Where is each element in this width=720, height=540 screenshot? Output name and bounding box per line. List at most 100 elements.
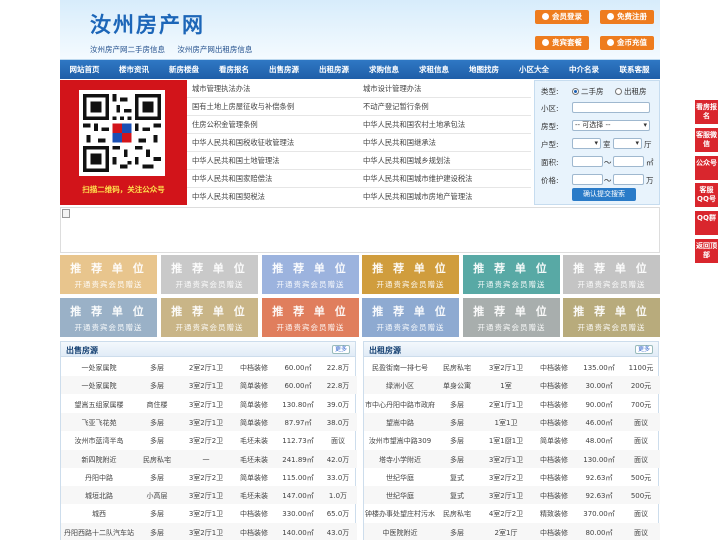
- listing-row[interactable]: 钟楼办事处望庄村污水 民房私宅 4室2厅2卫 精致装修 370.00㎡ 面议: [364, 504, 660, 522]
- law-link[interactable]: 中华人民共和国继承法: [363, 138, 533, 148]
- listing-community[interactable]: 汝州市蓝湾半岛: [61, 436, 137, 446]
- recommend-unit-tile[interactable]: 推 荐 单 位开通贵宾会员赠送: [161, 255, 258, 294]
- listing-community[interactable]: 新四院附近: [61, 455, 137, 465]
- listing-row[interactable]: 市中心丹阳中路市政府 多层 2室1厅1卫 中档装修 90.00㎡ 700元: [364, 395, 660, 413]
- area-max-input[interactable]: [613, 156, 644, 167]
- law-link[interactable]: 中华人民共和国土地管理法: [192, 156, 362, 166]
- law-link[interactable]: 中华人民共和国城乡规划法: [363, 156, 533, 166]
- recommend-unit-tile[interactable]: 推 荐 单 位开通贵宾会员赠送: [262, 298, 359, 337]
- ad-banner[interactable]: [60, 207, 660, 253]
- price-max-input[interactable]: [613, 174, 644, 185]
- nav-viewing-signup[interactable]: 看房报名: [209, 60, 259, 79]
- nav-for-sale[interactable]: 出售房源: [259, 60, 309, 79]
- listing-community[interactable]: 城西: [61, 509, 137, 519]
- recommend-unit-tile[interactable]: 推 荐 单 位开通贵宾会员赠送: [60, 255, 157, 294]
- nav-wanted-buy[interactable]: 求购信息: [359, 60, 409, 79]
- housetype-select[interactable]: -- 可选择 -- ▾: [572, 120, 650, 131]
- recharge-button[interactable]: 金币充值: [600, 36, 654, 50]
- listing-row[interactable]: 世纪华庭 复式 3室2厅1卫 中档装修 92.63㎡ 500元: [364, 486, 660, 505]
- nav-wanted-rent[interactable]: 求租信息: [409, 60, 459, 79]
- law-link[interactable]: 城市管理执法办法: [192, 84, 362, 94]
- recommend-unit-tile[interactable]: 推 荐 单 位开通贵宾会员赠送: [362, 255, 459, 294]
- nav-communities[interactable]: 小区大全: [509, 60, 559, 79]
- law-link[interactable]: 不动产登记暂行条例: [363, 102, 533, 112]
- law-link[interactable]: 城市设计管理办法: [363, 84, 533, 94]
- listing-row[interactable]: 绿洲小区 单身公寓 1室 中档装修 30.00㎡ 200元: [364, 376, 660, 395]
- listing-community[interactable]: 市中心丹阳中路市政府: [364, 400, 436, 410]
- listing-community[interactable]: 钟楼办事处望庄村污水: [364, 509, 436, 519]
- recommend-unit-tile[interactable]: 推 荐 单 位开通贵宾会员赠送: [463, 298, 560, 337]
- listing-row[interactable]: 汝州市望嵩中路309 多层 1室1厨1卫 简单装修 48.00㎡ 面议: [364, 431, 660, 449]
- float-wechat-service-button[interactable]: 客服微信: [695, 128, 718, 152]
- search-submit-button[interactable]: 确认提交搜索: [572, 188, 636, 201]
- law-link[interactable]: 中华人民共和国城市房地产管理法: [363, 192, 533, 202]
- nav-home[interactable]: 网站首页: [60, 60, 109, 79]
- price-min-input[interactable]: [572, 174, 603, 185]
- room-select[interactable]: ▾: [572, 138, 601, 149]
- listing-row[interactable]: 汝州市蓝湾半岛 多层 3室2厅2卫 毛坯未装 112.73㎡ 面议: [61, 431, 357, 449]
- listing-row[interactable]: 世纪华庭 复式 3室2厅2卫 中档装修 92.63㎡ 500元: [364, 468, 660, 486]
- nav-contact[interactable]: 联系客服: [609, 60, 660, 79]
- law-link[interactable]: 中华人民共和国税收征收管理法: [192, 138, 362, 148]
- listing-row[interactable]: 民盈街南一排七号 民房私宅 3室2厅1卫 中档装修 135.00㎡ 1100元: [364, 358, 660, 376]
- float-official-account-button[interactable]: 公众号: [695, 156, 718, 180]
- recommend-unit-tile[interactable]: 推 荐 单 位开通贵宾会员赠送: [161, 298, 258, 337]
- listing-row[interactable]: 城垣北路 小高层 3室2厅1卫 毛坯未装 147.00㎡ 1.0万: [61, 486, 357, 505]
- listing-community[interactable]: 一处家属院: [61, 363, 137, 373]
- listing-community[interactable]: 丹阳西路十二队汽车站: [61, 528, 137, 538]
- type-radio-rental[interactable]: 出租房: [615, 86, 647, 97]
- listing-community[interactable]: 绿洲小区: [364, 381, 436, 391]
- recommend-unit-tile[interactable]: 推 荐 单 位开通贵宾会员赠送: [463, 255, 560, 294]
- listing-row[interactable]: 中医院附近 多层 2室1厅 中档装修 80.00㎡ 面议: [364, 522, 660, 540]
- site-logo[interactable]: 汝州房产网: [90, 9, 205, 39]
- nav-map-search[interactable]: 地图找房: [459, 60, 509, 79]
- law-link[interactable]: 中华人民共和国契税法: [192, 192, 362, 202]
- recommend-unit-tile[interactable]: 推 荐 单 位开通贵宾会员赠送: [563, 255, 660, 294]
- float-viewing-signup-button[interactable]: 看房报名: [695, 100, 718, 124]
- vip-package-button[interactable]: 贵宾套餐: [535, 36, 589, 50]
- listing-community[interactable]: 丹阳中路: [61, 473, 137, 483]
- listing-community[interactable]: 世纪华庭: [364, 491, 436, 501]
- nav-new-homes[interactable]: 新房楼盘: [159, 60, 209, 79]
- back-to-top-button[interactable]: 返回顶部: [695, 239, 718, 263]
- nav-agents[interactable]: 中介名录: [559, 60, 609, 79]
- float-qq-group-button[interactable]: QQ群: [695, 211, 718, 235]
- subtitle-secondhand-link[interactable]: 汝州房产网二手房信息: [90, 45, 165, 54]
- listing-row[interactable]: 丹阳西路十二队汽车站 多层 3室2厅1卫 中档装修 140.00㎡ 43.0万: [61, 522, 357, 540]
- listing-community[interactable]: 一处家属院: [61, 381, 137, 391]
- law-link[interactable]: 住房公积金管理条例: [192, 120, 362, 130]
- listing-row[interactable]: 城西 多层 3室2厅1卫 中档装修 330.00㎡ 65.0万: [61, 504, 357, 522]
- law-link[interactable]: 国有土地上房屋征收与补偿条例: [192, 102, 362, 112]
- listing-community[interactable]: 望嵩五组家属楼: [61, 400, 137, 410]
- listing-community[interactable]: 飞亚飞花苑: [61, 418, 137, 428]
- listing-row[interactable]: 望嵩中路 多层 1室1卫 中档装修 46.00㎡ 面议: [364, 412, 660, 431]
- law-link[interactable]: 中华人民共和国农村土地承包法: [363, 120, 533, 130]
- sale-more-button[interactable]: 更多: [332, 345, 350, 354]
- nav-news[interactable]: 楼市资讯: [109, 60, 159, 79]
- type-radio-secondhand[interactable]: 二手房: [572, 86, 604, 97]
- recommend-unit-tile[interactable]: 推 荐 单 位开通贵宾会员赠送: [563, 298, 660, 337]
- listing-community[interactable]: 望嵩中路: [364, 418, 436, 428]
- listing-community[interactable]: 世纪华庭: [364, 473, 436, 483]
- hall-select[interactable]: ▾: [613, 138, 642, 149]
- listing-community[interactable]: 中医院附近: [364, 528, 436, 538]
- listing-community[interactable]: 汝州市望嵩中路309: [364, 436, 436, 446]
- law-link[interactable]: 中华人民共和国家赔偿法: [192, 174, 362, 184]
- nav-for-rent[interactable]: 出租房源: [309, 60, 359, 79]
- recommend-unit-tile[interactable]: 推 荐 单 位开通贵宾会员赠送: [262, 255, 359, 294]
- listing-row[interactable]: 一处家属院 多层 2室2厅1卫 中档装修 60.00㎡ 22.8万: [61, 358, 357, 376]
- listing-community[interactable]: 民盈街南一排七号: [364, 363, 436, 373]
- rent-more-button[interactable]: 更多: [635, 345, 653, 354]
- listing-row[interactable]: 一处家属院 多层 3室2厅1卫 简单装修 60.00㎡ 22.8万: [61, 376, 357, 395]
- listing-row[interactable]: 丹阳中路 多层 3室2厅2卫 简单装修 115.00㎡ 33.0万: [61, 468, 357, 486]
- listing-row[interactable]: 新四院附近 民房私宅 一 毛坯未装 241.89㎡ 42.0万: [61, 449, 357, 468]
- community-input[interactable]: [572, 102, 650, 113]
- listing-community[interactable]: 塔寺小学附近: [364, 455, 436, 465]
- area-min-input[interactable]: [572, 156, 603, 167]
- listing-community[interactable]: 城垣北路: [61, 491, 137, 501]
- listing-row[interactable]: 飞亚飞花苑 多层 3室2厅1卫 简单装修 87.97㎡ 38.0万: [61, 412, 357, 431]
- listing-row[interactable]: 塔寺小学附近 多层 3室2厅1卫 中档装修 130.00㎡ 面议: [364, 449, 660, 468]
- recommend-unit-tile[interactable]: 推 荐 单 位开通贵宾会员赠送: [60, 298, 157, 337]
- listing-row[interactable]: 望嵩五组家属楼 商住楼 3室2厅1卫 简单装修 130.80㎡ 39.0万: [61, 395, 357, 413]
- recommend-unit-tile[interactable]: 推 荐 单 位开通贵宾会员赠送: [362, 298, 459, 337]
